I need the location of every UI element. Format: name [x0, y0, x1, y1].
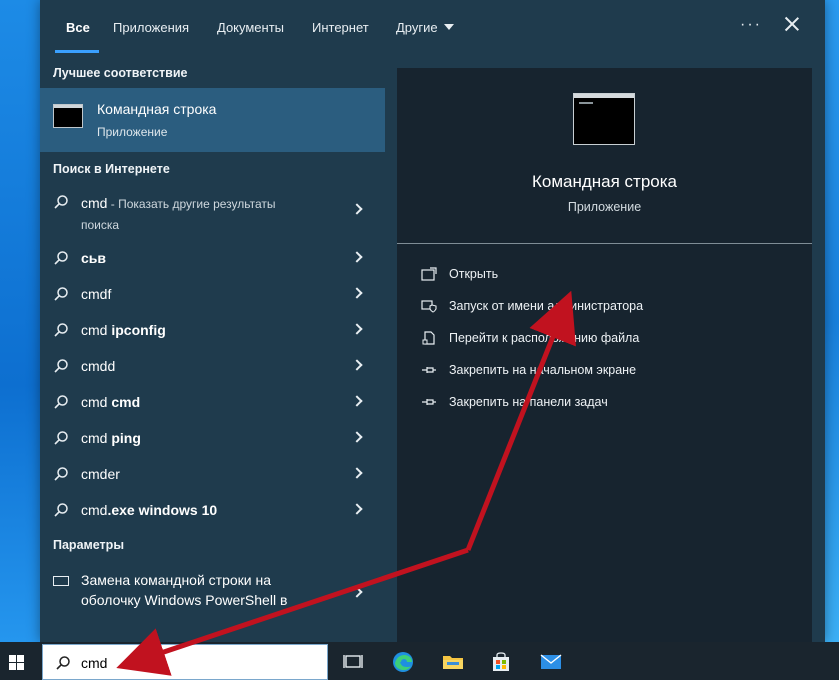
action-label: Перейти к расположению файла: [449, 331, 640, 345]
search-icon: [54, 323, 68, 337]
suggestion-bold: cmd: [111, 394, 141, 410]
search-suffix: - Показать другие результаты: [107, 197, 276, 211]
best-match-item[interactable]: Командная строка Приложение: [40, 88, 385, 152]
suggestion-base: cmd: [81, 502, 108, 518]
search-icon: [54, 195, 68, 209]
suggestion-base: cmd: [81, 394, 112, 410]
list-item[interactable]: cmd cmd: [40, 384, 385, 420]
taskbar: [0, 642, 839, 680]
search-query: cmd: [81, 195, 108, 211]
chevron-right-icon: [351, 251, 363, 263]
list-item[interactable]: cmd.exe windows 10: [40, 492, 385, 528]
search-suffix-line2: поиска: [81, 218, 120, 232]
search-icon: [54, 467, 68, 481]
chevron-right-icon: [351, 395, 363, 407]
mail-icon[interactable]: [539, 650, 563, 674]
best-match-title: Командная строка: [97, 101, 217, 117]
more-options-icon[interactable]: ···: [740, 16, 762, 34]
action-open[interactable]: Открыть: [397, 261, 812, 287]
settings-heading: Параметры: [53, 538, 124, 552]
search-icon: [54, 251, 68, 265]
tab-documents[interactable]: Документы: [217, 20, 284, 40]
chevron-right-icon: [351, 503, 363, 515]
search-icon: [54, 431, 68, 445]
pin-icon: [422, 367, 436, 373]
file-explorer-icon[interactable]: [441, 650, 465, 674]
list-item[interactable]: cmdd: [40, 348, 385, 384]
tab-apps[interactable]: Приложения: [113, 20, 189, 40]
settings-item-line2: оболочку Windows PowerShell в: [81, 592, 288, 608]
suggestion-bold: сьв: [81, 250, 106, 266]
command-prompt-icon: [53, 104, 83, 128]
best-match-subtitle: Приложение: [97, 125, 168, 139]
search-icon: [54, 287, 68, 301]
web-search-heading: Поиск в Интернете: [53, 162, 170, 176]
search-icon: [56, 656, 70, 670]
suggestion-bold: ping: [111, 430, 141, 446]
action-label: Закрепить на начальном экране: [449, 363, 637, 377]
chevron-right-icon: [351, 467, 363, 479]
list-item[interactable]: cmd ping: [40, 420, 385, 456]
suggestion-base: cmd: [81, 430, 112, 446]
preview-subtitle: Приложение: [567, 200, 642, 214]
store-icon[interactable]: [489, 650, 513, 674]
chevron-right-icon: [351, 203, 363, 215]
desktop-wallpaper: [825, 0, 839, 642]
suggestion-bold: .exe windows 10: [107, 502, 218, 518]
monitor-icon: [53, 576, 69, 586]
suggestion-base: cmder: [81, 466, 120, 482]
search-icon: [54, 359, 68, 373]
preview-title: Командная строка: [531, 172, 678, 191]
suggestion-base: cmdf: [81, 286, 112, 302]
chevron-right-icon: [351, 431, 363, 443]
search-input[interactable]: [81, 652, 301, 674]
search-icon: [54, 503, 68, 517]
suggestion-base: cmd: [81, 322, 112, 338]
action-pin-to-start[interactable]: Закрепить на начальном экране: [397, 357, 812, 383]
pin-icon: [422, 399, 436, 405]
suggestion-bold: ipconfig: [111, 322, 166, 338]
divider: [397, 243, 812, 244]
action-run-as-admin[interactable]: Запуск от имени администратора: [397, 293, 812, 319]
search-icon: [54, 395, 68, 409]
list-item[interactable]: cmd - Показать другие результаты поиска: [40, 184, 385, 234]
action-open-file-location[interactable]: Перейти к расположению файла: [397, 325, 812, 351]
settings-item-line1: Замена командной строки на: [81, 572, 272, 588]
tab-more[interactable]: Другие: [396, 20, 454, 40]
edge-icon[interactable]: [391, 650, 415, 674]
action-label: Открыть: [449, 267, 499, 281]
task-view-icon[interactable]: [341, 650, 365, 674]
active-tab-indicator: [55, 50, 99, 53]
list-item[interactable]: cmder: [40, 456, 385, 492]
windows-logo-icon[interactable]: [9, 655, 25, 671]
tab-web[interactable]: Интернет: [312, 20, 369, 40]
filter-tabs: Все Приложения Документы Интернет Другие…: [40, 0, 825, 58]
action-label: Запуск от имени администратора: [449, 299, 644, 313]
chevron-right-icon: [351, 359, 363, 371]
chevron-right-icon: [351, 323, 363, 335]
settings-item[interactable]: Замена командной строки на оболочку Wind…: [40, 564, 385, 620]
action-pin-to-taskbar[interactable]: Закрепить на панели задач: [397, 389, 812, 415]
list-item[interactable]: сьв: [40, 240, 385, 276]
close-icon[interactable]: [782, 14, 802, 34]
shield-icon: [421, 300, 437, 313]
list-item[interactable]: cmdf: [40, 276, 385, 312]
caret-down-icon: [443, 24, 454, 30]
results-list: Лучшее соответствие Командная строка При…: [40, 58, 385, 642]
desktop-wallpaper: [0, 0, 40, 642]
tab-more-label: Другие: [396, 20, 438, 35]
action-label: Закрепить на панели задач: [449, 395, 608, 409]
chevron-right-icon: [351, 287, 363, 299]
open-icon: [421, 267, 437, 281]
preview-pane: Командная строка Приложение Открыть Запу…: [397, 68, 812, 642]
command-prompt-icon: [573, 93, 635, 145]
search-panel: Все Приложения Документы Интернет Другие…: [40, 0, 825, 642]
taskbar-search-box[interactable]: [42, 644, 328, 680]
list-item[interactable]: cmd ipconfig: [40, 312, 385, 348]
suggestion-base: cmdd: [81, 358, 116, 374]
tab-all[interactable]: Все: [66, 20, 90, 40]
best-match-heading: Лучшее соответствие: [53, 66, 188, 80]
file-location-icon: [422, 331, 435, 345]
chevron-right-icon: [351, 586, 363, 598]
